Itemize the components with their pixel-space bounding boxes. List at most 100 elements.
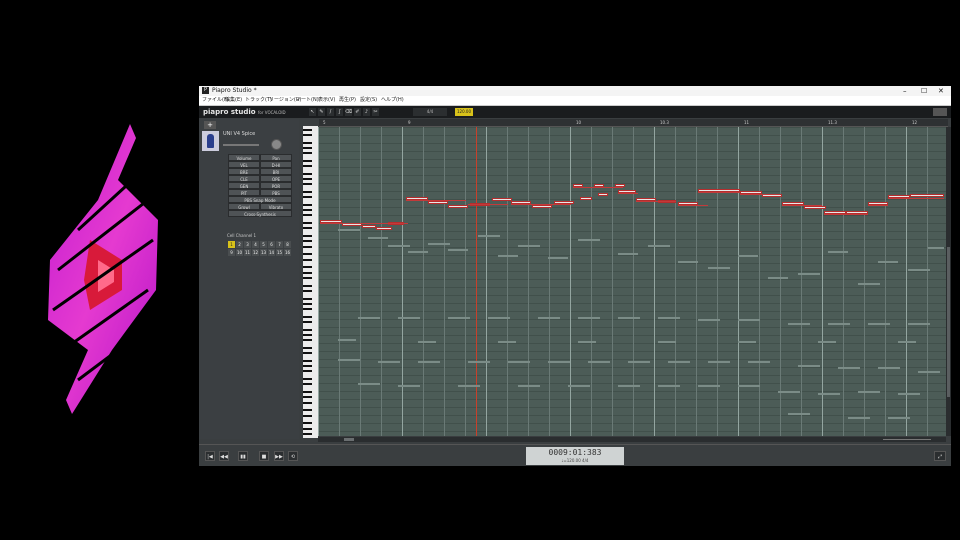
channel-16-button[interactable]: 16 [284,249,291,256]
piano-roll[interactable]: ♫ ♪ ◀ ◎ ● ✦ ⌗ [318,127,946,436]
black-key[interactable] [303,214,312,217]
channel-4-button[interactable]: 4 [252,241,259,248]
line-icon[interactable]: / [327,108,334,116]
black-key[interactable] [303,396,312,399]
black-key[interactable] [303,370,312,373]
param-vel[interactable]: VEL [228,161,260,168]
note[interactable] [362,225,376,228]
loop-button[interactable]: ⟲ [288,451,298,461]
menu-play[interactable]: 再生(P) [339,96,356,105]
black-key[interactable] [303,427,312,430]
black-key[interactable] [303,172,312,175]
channel-11-button[interactable]: 11 [244,249,251,256]
channel-14-button[interactable]: 14 [268,249,275,256]
horizontal-scrollbar[interactable] [318,437,946,442]
time-signature[interactable]: 4/4 [413,108,447,116]
black-key[interactable] [303,347,312,349]
channel-10-button[interactable]: 10 [236,249,243,256]
black-key[interactable] [303,401,312,404]
menu-note[interactable]: ノート(N) [296,96,319,105]
black-key[interactable] [303,253,312,256]
pan-knob[interactable] [271,139,282,150]
black-key[interactable] [303,128,312,131]
black-key[interactable] [303,178,312,180]
volume-slider[interactable] [223,144,259,146]
note[interactable] [598,193,608,196]
param-gen[interactable]: GEN [228,182,260,189]
maximize-button[interactable]: ☐ [921,86,927,96]
channel-6-button[interactable]: 6 [268,241,275,248]
black-key[interactable] [303,328,312,331]
channel-9-button[interactable]: 9 [228,249,235,256]
black-key[interactable] [303,146,312,149]
param-pbs-snap-mode[interactable]: PBS Snap Mode [228,196,292,203]
vertical-scrollbar[interactable] [946,127,951,436]
black-key[interactable] [303,284,312,287]
rewind-button[interactable]: ◀◀ [219,451,229,461]
piano-keyboard[interactable] [303,126,318,438]
param-pan[interactable]: Pan [260,154,292,161]
brush-icon[interactable]: ✐ [354,108,361,116]
channel-5-button[interactable]: 5 [260,241,267,248]
param-bre[interactable]: BRE [228,168,260,175]
track-name[interactable]: UNI V4 Spice [223,131,255,137]
black-key[interactable] [303,289,312,292]
note[interactable] [376,227,392,230]
param-cross-synthesis[interactable]: Cross-Synthesis [228,210,292,217]
menu-help[interactable]: ヘルプ(H) [381,96,404,105]
channel-3-button[interactable]: 3 [244,241,251,248]
black-key[interactable] [303,391,312,394]
param-vibrato[interactable]: Vibrato [260,203,292,210]
black-key[interactable] [303,159,312,162]
zoom-slider[interactable] [877,437,937,442]
param-growl[interactable]: Growl [228,203,260,210]
black-key[interactable] [303,141,312,144]
black-key[interactable] [303,222,312,225]
black-key[interactable] [303,339,312,342]
black-key[interactable] [303,334,312,336]
param-pbs[interactable]: PBS [260,189,292,196]
channel-12-button[interactable]: 12 [252,249,259,256]
menu-edit[interactable]: 編集(E) [225,96,242,105]
black-key[interactable] [303,315,312,318]
pause-button[interactable]: ▮▮ [238,451,248,461]
black-key[interactable] [303,240,312,243]
menu-settings[interactable]: 設定(S) [360,96,377,105]
black-key[interactable] [303,383,312,386]
black-key[interactable] [303,204,312,206]
channel-15-button[interactable]: 15 [276,249,283,256]
menu-view[interactable]: 表示(V) [318,96,335,105]
black-key[interactable] [303,432,312,435]
param-volume[interactable]: Volume [228,154,260,161]
note[interactable] [804,206,826,209]
param-bri[interactable]: BRI [260,168,292,175]
note[interactable] [910,194,944,197]
black-key[interactable] [303,165,312,167]
close-button[interactable]: ✕ [938,86,944,96]
param-cle[interactable]: CLE [228,175,260,182]
black-key[interactable] [303,209,312,212]
black-key[interactable] [303,302,312,305]
black-key[interactable] [303,409,312,412]
black-key[interactable] [303,266,312,269]
black-key[interactable] [303,365,312,368]
channel-2-button[interactable]: 2 [236,241,243,248]
channel-8-button[interactable]: 8 [284,241,291,248]
black-key[interactable] [303,227,312,230]
timeline-ruler[interactable]: 5 9 10 10.3 11 11.3 12 [319,119,948,127]
singer-avatar[interactable] [202,131,219,151]
menu-track[interactable]: トラック(T) [245,96,272,105]
black-key[interactable] [303,414,312,417]
fullscreen-button[interactable]: ⤢ [934,451,946,461]
param-por[interactable]: POR [260,182,292,189]
stop-button[interactable]: ■ [259,451,269,461]
minimize-button[interactable]: – [903,86,907,96]
black-key[interactable] [303,191,312,193]
black-key[interactable] [303,183,312,186]
param-dhi[interactable]: D-HI [260,161,292,168]
black-key[interactable] [303,352,312,355]
black-key[interactable] [303,276,312,279]
panel-toggle-button[interactable] [933,108,947,116]
black-key[interactable] [303,297,312,300]
param-ope[interactable]: OPE [260,175,292,182]
